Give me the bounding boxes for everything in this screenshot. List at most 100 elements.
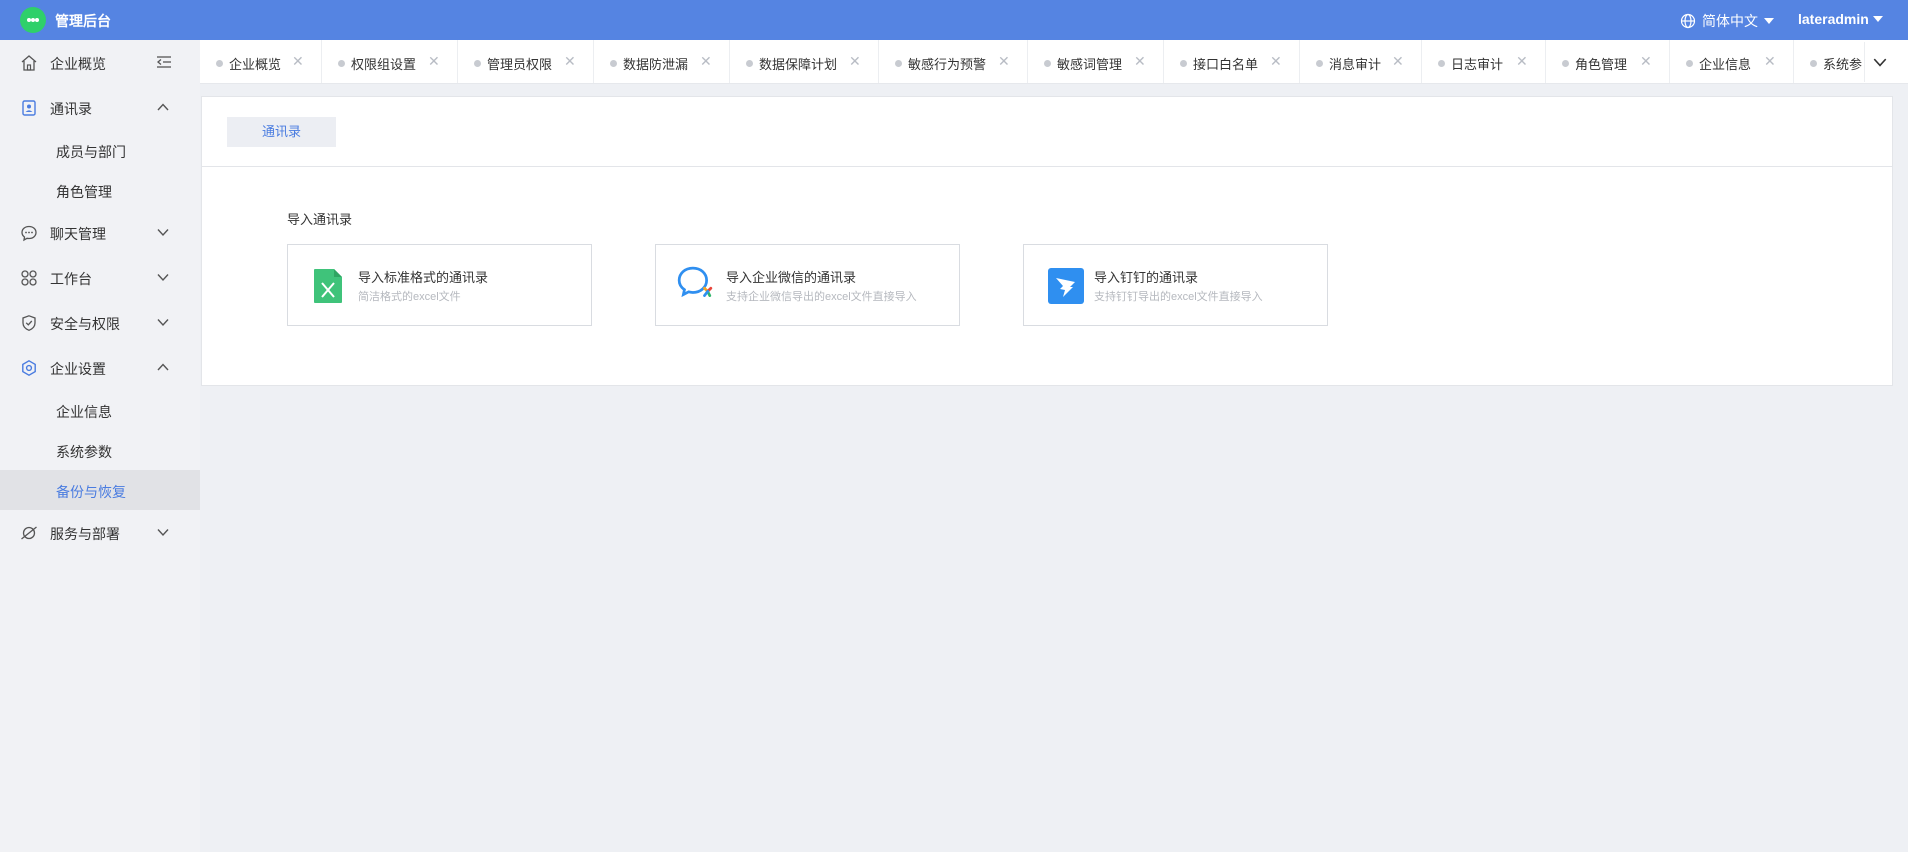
tab-label: 管理员权限 [487, 57, 553, 72]
tab-label: 敏感行为预警 [908, 57, 987, 72]
caret-down-icon [1872, 16, 1883, 22]
sidebar-subitem-label: 角色管理 [56, 184, 112, 200]
dingtalk-icon [1048, 268, 1084, 304]
sidebar-subitem-roles[interactable]: 角色管理 [0, 170, 200, 210]
tab-log-audit[interactable]: 日志审计 ✕ [1422, 40, 1546, 83]
language-selector[interactable]: 简体中文 [1680, 11, 1774, 31]
contacts-icon [22, 100, 36, 116]
tab-status-dot [1686, 60, 1693, 67]
close-icon[interactable]: ✕ [1392, 53, 1404, 70]
sidebar-item-contacts[interactable]: 通讯录 [0, 87, 200, 127]
sidebar-item-service-deploy[interactable]: 服务与部署 [0, 512, 200, 552]
tab-status-dot [338, 60, 345, 67]
sidebar-subitem-enterprise-info[interactable]: 企业信息 [0, 390, 200, 430]
page-tabs-bar: 企业概览 ✕ 权限组设置 ✕ 管理员权限 ✕ 数据防泄漏 ✕ 数据保障计划 ✕ … [200, 40, 1908, 84]
tab-status-dot [1562, 60, 1569, 67]
sidebar-item-workbench[interactable]: 工作台 [0, 257, 200, 297]
tab-label: 日志审计 [1451, 57, 1504, 72]
wecom-icon [677, 266, 713, 298]
close-icon[interactable]: ✕ [700, 53, 712, 70]
tab-status-dot [1810, 60, 1817, 67]
sidebar-subitem-label: 企业信息 [56, 404, 112, 420]
tab-api-whitelist[interactable]: 接口白名单 ✕ [1164, 40, 1300, 83]
service-icon [21, 526, 37, 540]
tab-status-dot [1438, 60, 1445, 67]
tab-admin-permissions[interactable]: 管理员权限 ✕ [458, 40, 594, 83]
close-icon[interactable]: ✕ [292, 53, 304, 70]
tab-message-audit[interactable]: 消息审计 ✕ [1300, 40, 1422, 83]
app-logo-icon[interactable] [20, 7, 46, 33]
main-panel: 通讯录 导入通讯录 导入标准格式的通讯录 简洁格式的excel文件 导入企业微信… [201, 96, 1893, 386]
sidebar-subitem-members[interactable]: 成员与部门 [0, 130, 200, 170]
subtab-contacts[interactable]: 通讯录 [227, 117, 336, 147]
tab-overview[interactable]: 企业概览 ✕ [200, 40, 322, 83]
collapse-menu-icon[interactable] [156, 54, 172, 70]
sidebar-item-overview[interactable]: 企业概览 [0, 42, 200, 82]
sidebar-item-security[interactable]: 安全与权限 [0, 302, 200, 342]
sidebar-subitem-system-params[interactable]: 系统参数 [0, 430, 200, 470]
tab-enterprise-info[interactable]: 企业信息 ✕ [1670, 40, 1794, 83]
tab-label: 数据防泄漏 [623, 57, 689, 72]
sidebar-item-chat[interactable]: 聊天管理 [0, 212, 200, 252]
tab-label: 数据保障计划 [759, 57, 838, 72]
tab-status-dot [474, 60, 481, 67]
close-icon[interactable]: ✕ [998, 53, 1010, 70]
tab-status-dot [216, 60, 223, 67]
caret-down-icon [1764, 18, 1774, 24]
tabs-more-button[interactable] [1864, 42, 1894, 82]
sidebar-item-label: 安全与权限 [50, 316, 120, 332]
card-title: 导入钉钉的通讯录 [1094, 270, 1199, 285]
card-description: 支持企业微信导出的excel文件直接导入 [726, 291, 917, 303]
workbench-icon [21, 270, 37, 286]
close-icon[interactable]: ✕ [1640, 53, 1652, 70]
tab-label: 消息审计 [1329, 57, 1382, 72]
tab-dlp[interactable]: 数据防泄漏 ✕ [594, 40, 730, 83]
card-description: 支持钉钉导出的excel文件直接导入 [1094, 291, 1263, 303]
chevron-down-icon [157, 274, 169, 282]
close-icon[interactable]: ✕ [564, 53, 576, 70]
tab-sensitive-words[interactable]: 敏感词管理 ✕ [1028, 40, 1164, 83]
sidebar-subitem-label: 备份与恢复 [56, 484, 126, 500]
close-icon[interactable]: ✕ [1270, 53, 1282, 70]
card-title: 导入标准格式的通讯录 [358, 270, 489, 285]
sidebar-item-label: 聊天管理 [50, 226, 106, 242]
import-standard-card[interactable]: 导入标准格式的通讯录 简洁格式的excel文件 [287, 244, 592, 326]
close-icon[interactable]: ✕ [849, 53, 861, 70]
close-icon[interactable]: ✕ [428, 53, 440, 70]
close-icon[interactable]: ✕ [1134, 53, 1146, 70]
close-icon[interactable]: ✕ [1764, 53, 1776, 70]
chevron-down-icon [157, 529, 169, 537]
sidebar-item-label: 通讯录 [50, 101, 92, 117]
language-label: 简体中文 [1702, 13, 1758, 29]
home-icon [21, 55, 37, 71]
tab-label: 系统参 [1823, 57, 1863, 72]
username-label: lateradmin [1798, 11, 1869, 27]
tab-status-dot [1044, 60, 1051, 67]
chevron-down-icon [157, 319, 169, 327]
import-dingtalk-card[interactable]: 导入钉钉的通讯录 支持钉钉导出的excel文件直接导入 [1023, 244, 1328, 326]
section-title: 导入通讯录 [287, 212, 353, 227]
tab-status-dot [1316, 60, 1323, 67]
chat-icon [21, 225, 37, 242]
chevron-up-icon [157, 103, 169, 111]
tab-label: 敏感词管理 [1057, 57, 1123, 72]
sidebar-item-label: 企业概览 [50, 56, 106, 72]
sidebar: 企业概览 通讯录 成员与部门 角色管理 聊天管理 工作台 安全与权限 企业设置 … [0, 40, 200, 852]
user-menu[interactable]: lateradmin [1798, 11, 1883, 27]
import-wecom-card[interactable]: 导入企业微信的通讯录 支持企业微信导出的excel文件直接导入 [655, 244, 960, 326]
sidebar-item-enterprise-settings[interactable]: 企业设置 [0, 347, 200, 387]
tab-permission-groups[interactable]: 权限组设置 ✕ [322, 40, 458, 83]
app-title[interactable]: 管理后台 [55, 11, 111, 31]
top-header: 管理后台 简体中文 lateradmin [0, 0, 1908, 40]
tab-status-dot [895, 60, 902, 67]
tab-label: 接口白名单 [1193, 57, 1259, 72]
close-icon[interactable]: ✕ [1516, 53, 1528, 70]
sidebar-subitem-backup-restore[interactable]: 备份与恢复 [0, 470, 200, 510]
card-description: 简洁格式的excel文件 [358, 291, 461, 303]
tab-status-dot [1180, 60, 1187, 67]
tab-role-management[interactable]: 角色管理 ✕ [1546, 40, 1670, 83]
tab-data-protection-plan[interactable]: 数据保障计划 ✕ [730, 40, 879, 83]
sidebar-item-label: 服务与部署 [50, 526, 120, 542]
globe-icon [1680, 13, 1696, 29]
tab-sensitive-behavior-alert[interactable]: 敏感行为预警 ✕ [879, 40, 1028, 83]
